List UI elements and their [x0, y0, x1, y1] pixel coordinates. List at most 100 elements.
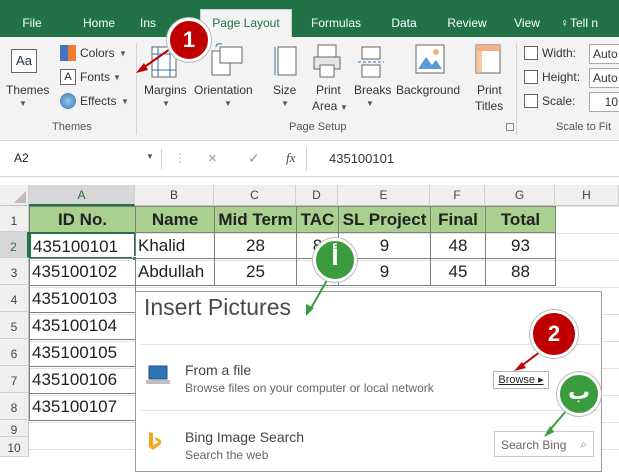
- table-cell-a2[interactable]: 435100101: [29, 232, 136, 259]
- from-file-title[interactable]: From a file: [185, 362, 251, 378]
- more-icon: ⋮: [174, 151, 186, 165]
- header-cell-total[interactable]: Total: [485, 206, 556, 233]
- header-cell-mid-term[interactable]: Mid Term: [214, 206, 297, 233]
- table-cell-b3[interactable]: Abdullah: [135, 258, 215, 286]
- row-header-4[interactable]: 4: [0, 285, 29, 312]
- insert-function-icon[interactable]: fx: [286, 150, 295, 166]
- row-header-9[interactable]: 9: [0, 420, 29, 437]
- table-cell-c2[interactable]: 28: [214, 232, 297, 259]
- table-cell-a8[interactable]: 435100107: [29, 393, 136, 421]
- fonts-button[interactable]: Fonts: [80, 70, 110, 84]
- print-area-label: Area: [312, 99, 338, 113]
- bing-search-title[interactable]: Bing Image Search: [185, 429, 304, 445]
- table-cell-b2[interactable]: Khalid: [135, 232, 215, 259]
- print-titles-icon: [475, 44, 501, 74]
- header-cell-sl-project[interactable]: SL Project: [338, 206, 431, 233]
- row-header-2[interactable]: 2: [0, 232, 29, 258]
- table-cell-a5[interactable]: 435100104: [29, 312, 136, 340]
- dialog-title: Insert Pictures: [144, 294, 291, 320]
- callout-badge-1: 1: [167, 18, 211, 62]
- bing-search-input[interactable]: Search Bing ⌕: [494, 431, 594, 457]
- row-header-3[interactable]: 3: [0, 258, 29, 285]
- formula-bar: A2 ▼ ⋮ × ✓ fx 435100101: [0, 141, 619, 177]
- column-header-d[interactable]: D: [296, 185, 338, 206]
- table-cell-f3[interactable]: 45: [430, 258, 486, 286]
- cancel-icon[interactable]: ×: [208, 150, 217, 167]
- header-cell-id[interactable]: ID No.: [29, 206, 136, 233]
- width-select[interactable]: Auto: [589, 44, 619, 64]
- column-header-c[interactable]: C: [214, 185, 296, 206]
- effects-button[interactable]: Effects: [80, 94, 116, 108]
- search-icon[interactable]: ⌕: [580, 437, 587, 452]
- excel-window: File Home Ins Page Layout Formulas Data …: [0, 0, 619, 472]
- tab-home[interactable]: Home: [76, 10, 122, 37]
- colors-button[interactable]: Colors: [80, 46, 115, 60]
- chevron-down-icon: ▼: [113, 73, 121, 82]
- scale-input[interactable]: 10: [589, 92, 619, 112]
- row-header-10[interactable]: 10: [0, 437, 29, 457]
- column-header-h[interactable]: H: [555, 185, 619, 206]
- row-header-6[interactable]: 6: [0, 339, 29, 366]
- print-area-button[interactable]: Print: [316, 83, 341, 97]
- ribbon: Aa Themes ▼ Colors ▼ A Fonts ▼ Effects ▼…: [0, 37, 619, 141]
- background-button[interactable]: Background: [396, 83, 460, 97]
- callout-badge-2: 2: [530, 310, 578, 358]
- enter-icon[interactable]: ✓: [248, 150, 260, 167]
- chevron-down-icon: ▼: [121, 97, 129, 106]
- group-divider: [136, 43, 137, 135]
- column-header-g[interactable]: G: [485, 185, 555, 206]
- tab-file[interactable]: File: [14, 10, 50, 37]
- table-cell-g3[interactable]: 88: [485, 258, 556, 286]
- table-cell-a3[interactable]: 435100102: [29, 258, 136, 286]
- select-all-corner[interactable]: [0, 185, 29, 206]
- themes-icon[interactable]: Aa: [11, 49, 37, 73]
- column-header-e[interactable]: E: [338, 185, 430, 206]
- margins-button[interactable]: Margins: [144, 83, 187, 97]
- orientation-button[interactable]: Orientation: [194, 83, 253, 97]
- header-cell-name[interactable]: Name: [135, 206, 215, 233]
- tab-review[interactable]: Review: [440, 10, 494, 37]
- header-cell-tac[interactable]: TAC: [296, 206, 339, 233]
- height-select[interactable]: Auto: [589, 68, 619, 88]
- dialog-launcher-icon[interactable]: [506, 123, 514, 131]
- table-cell-a7[interactable]: 435100106: [29, 366, 136, 394]
- breaks-button[interactable]: Breaks: [354, 83, 391, 97]
- tab-formulas[interactable]: Formulas: [302, 10, 370, 37]
- tab-view[interactable]: View: [507, 10, 547, 37]
- chevron-down-icon: ▼: [119, 49, 127, 58]
- chevron-down-icon: ▼: [146, 152, 154, 161]
- fonts-icon: A: [60, 69, 76, 85]
- breaks-icon: [358, 46, 384, 78]
- tab-data[interactable]: Data: [383, 10, 425, 37]
- row-header-1[interactable]: 1: [0, 206, 29, 232]
- name-box[interactable]: A2 ▼: [6, 149, 162, 169]
- size-button[interactable]: Size: [273, 83, 296, 97]
- header-cell-final[interactable]: Final: [430, 206, 486, 233]
- table-cell-a4[interactable]: 435100103: [29, 285, 136, 313]
- chevron-down-icon: ▼: [224, 99, 232, 108]
- table-cell-g2[interactable]: 93: [485, 232, 556, 259]
- size-icon: [274, 46, 297, 76]
- table-cell-a6[interactable]: 435100105: [29, 339, 136, 367]
- print-titles-button[interactable]: Print: [477, 83, 502, 97]
- scale-label: Scale:: [542, 94, 576, 108]
- tell-me-box[interactable]: ♀Tell n: [560, 10, 619, 37]
- formula-input[interactable]: 435100101: [329, 151, 394, 166]
- themes-button[interactable]: Themes: [6, 83, 49, 97]
- row-header-8[interactable]: 8: [0, 393, 29, 420]
- row-header-7[interactable]: 7: [0, 366, 29, 393]
- column-header-f[interactable]: F: [430, 185, 485, 206]
- chevron-down-icon: ▼: [19, 99, 27, 108]
- page-setup-group-label: Page Setup: [289, 121, 347, 133]
- table-cell-f2[interactable]: 48: [430, 232, 486, 259]
- bing-search-placeholder: Search Bing: [501, 438, 567, 452]
- browse-button[interactable]: Browse ▸: [493, 371, 549, 389]
- column-header-a[interactable]: A: [29, 185, 135, 206]
- scale-to-fit-group-label: Scale to Fit: [556, 121, 612, 133]
- table-cell-c3[interactable]: 25: [214, 258, 297, 286]
- background-icon: [415, 44, 445, 74]
- column-header-b[interactable]: B: [135, 185, 214, 206]
- tab-page-layout[interactable]: Page Layout: [200, 9, 292, 37]
- print-titles-label: Titles: [475, 99, 504, 113]
- row-header-5[interactable]: 5: [0, 312, 29, 339]
